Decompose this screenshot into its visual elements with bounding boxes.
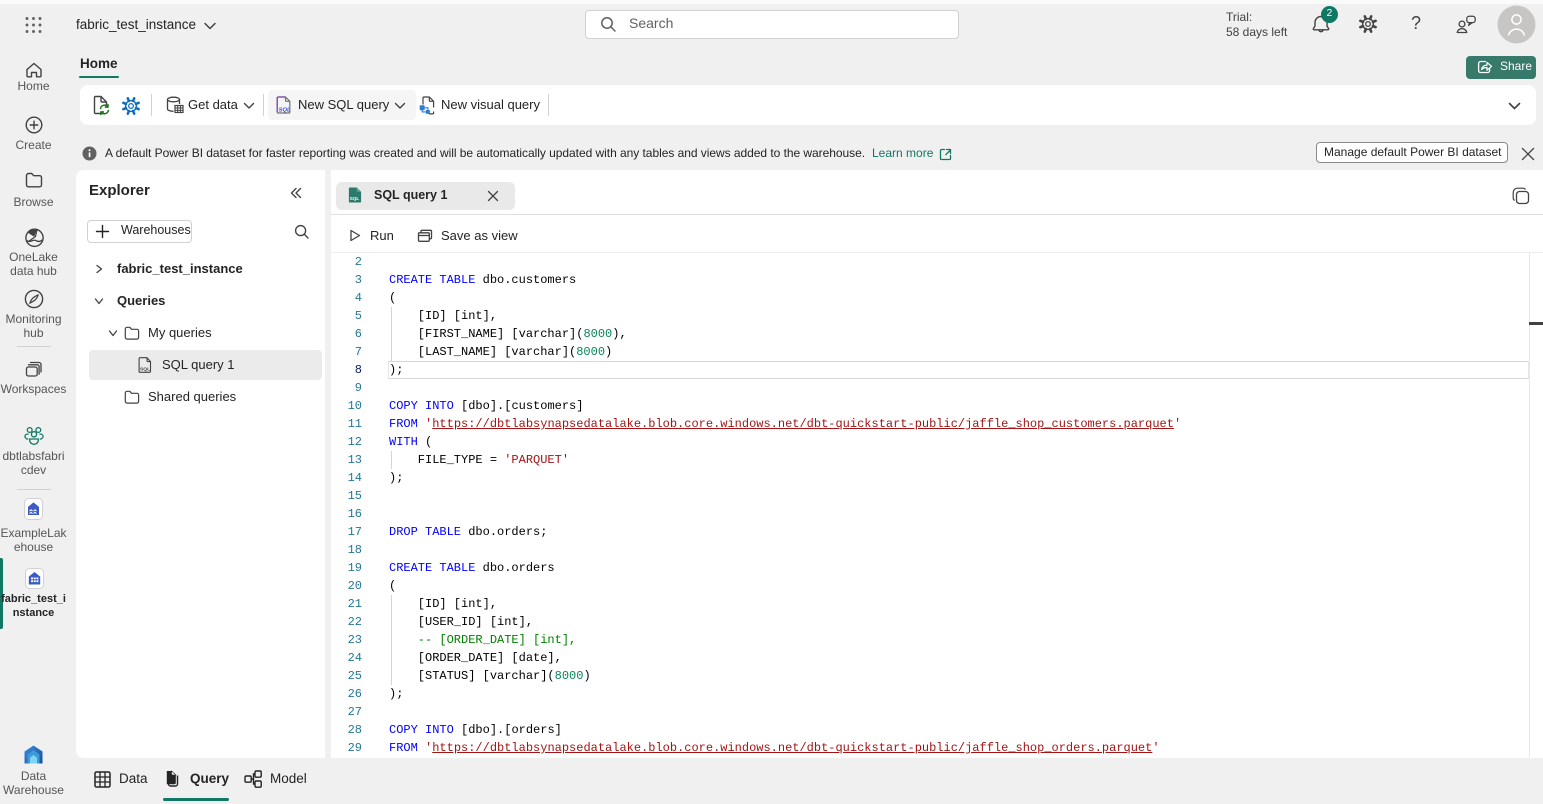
svg-text:SQL: SQL [279,108,291,114]
svg-text:SQL: SQL [140,367,150,373]
svg-text:SQL: SQL [350,196,360,201]
